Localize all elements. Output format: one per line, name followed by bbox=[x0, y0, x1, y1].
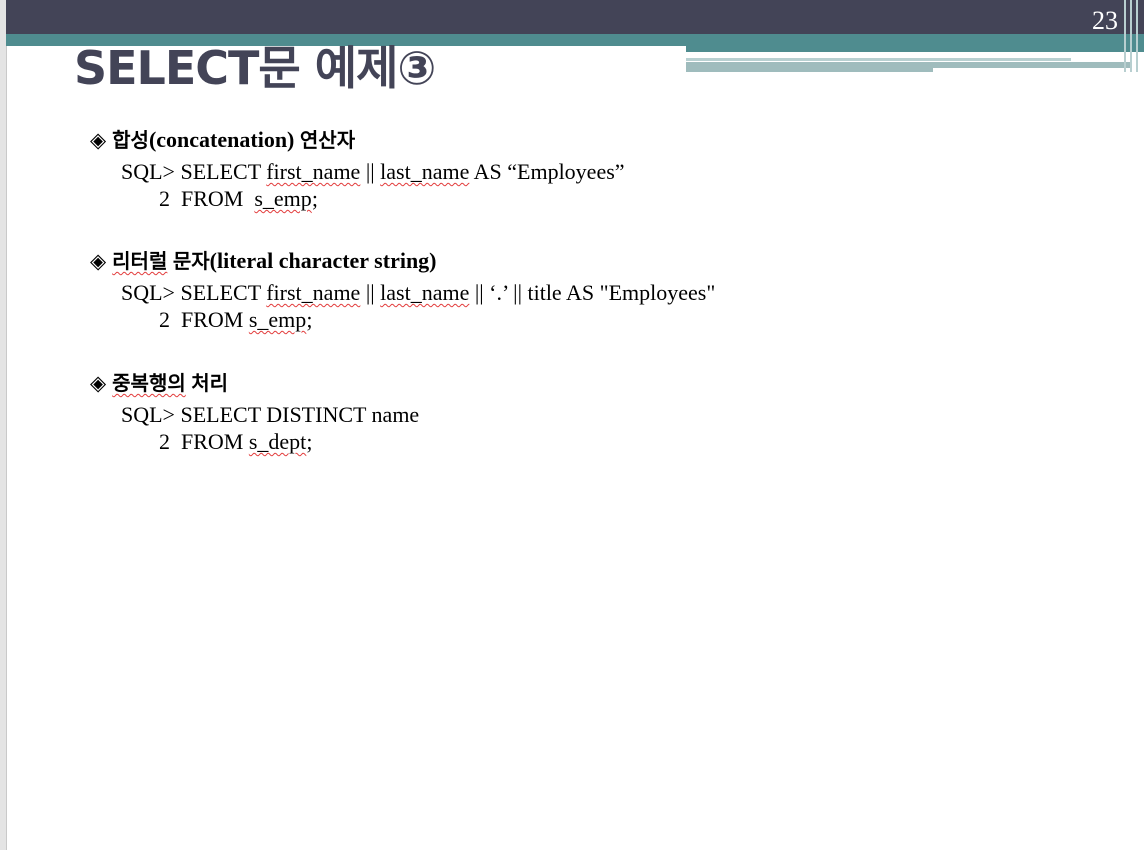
sql-text: ; bbox=[306, 429, 313, 454]
section-heading: ◈ 리터럴 문자(literal character string) bbox=[90, 247, 715, 275]
sql-text: ; bbox=[311, 186, 318, 211]
heading-korean: 중복행의 bbox=[112, 371, 186, 395]
sql-text: ; bbox=[306, 307, 313, 332]
header-accent-gap bbox=[933, 68, 1132, 72]
section-heading: ◈ 중복행의 처리 bbox=[90, 369, 419, 397]
sql-line: 2 FROM s_emp; bbox=[90, 306, 715, 333]
slide-title: SELECT문 예제③ bbox=[74, 41, 436, 95]
sql-line: 2 FROM s_dept; bbox=[90, 428, 419, 455]
sql-identifier: last_name bbox=[380, 280, 470, 305]
header-right-stripe bbox=[1130, 0, 1132, 72]
header-right-stripe bbox=[1124, 0, 1126, 72]
section-concatenation: ◈ 합성(concatenation) 연산자 SQL> SELECT first… bbox=[90, 126, 625, 212]
sql-text: SQL> SELECT bbox=[121, 280, 267, 305]
section-literal-string: ◈ 리터럴 문자(literal character string) SQL> S… bbox=[90, 247, 715, 333]
header-accent-bar-extension bbox=[686, 46, 1144, 52]
slide-left-edge bbox=[0, 0, 7, 850]
sql-text: || bbox=[360, 280, 381, 305]
heading-english: (concatenation) bbox=[148, 127, 295, 152]
header-right-stripe bbox=[1136, 0, 1138, 72]
sql-text: 2 FROM bbox=[159, 186, 255, 211]
sql-identifier: first_name bbox=[266, 159, 361, 184]
heading-korean: 문자 bbox=[172, 249, 210, 273]
sql-line: 2 FROM s_emp; bbox=[90, 185, 625, 212]
section-distinct-rows: ◈ 중복행의 처리 SQL> SELECT DISTINCT name 2 FRO… bbox=[90, 369, 419, 455]
sql-text: 2 FROM bbox=[159, 429, 249, 454]
sql-line: SQL> SELECT first_name || last_name AS “… bbox=[90, 158, 625, 185]
sql-identifier: last_name bbox=[380, 159, 470, 184]
header-accent-line bbox=[686, 58, 1071, 61]
diamond-bullet-icon: ◈ bbox=[90, 371, 107, 395]
sql-line: SQL> SELECT DISTINCT name bbox=[121, 402, 420, 427]
slide-number: 23 bbox=[1092, 6, 1118, 35]
sql-identifier: s_emp bbox=[254, 186, 312, 211]
slide: 23 SELECT문 예제③ ◈ 합성(concatenation) 연산자 SQ… bbox=[0, 0, 1144, 850]
heading-english: (literal character string) bbox=[209, 248, 437, 273]
heading-korean: 합성 bbox=[112, 128, 149, 152]
sql-text: || bbox=[360, 159, 381, 184]
sql-text: AS “Employees” bbox=[469, 159, 625, 184]
diamond-bullet-icon: ◈ bbox=[90, 128, 107, 152]
sql-identifier: first_name bbox=[266, 280, 361, 305]
header-bar bbox=[6, 0, 1144, 34]
heading-korean: 연산자 bbox=[299, 128, 356, 152]
diamond-bullet-icon: ◈ bbox=[90, 249, 107, 273]
sql-identifier: s_dept bbox=[248, 429, 307, 454]
section-heading: ◈ 합성(concatenation) 연산자 bbox=[90, 126, 625, 154]
sql-text: 2 FROM bbox=[159, 307, 249, 332]
heading-korean: 처리 bbox=[191, 371, 229, 395]
sql-text: SQL> SELECT bbox=[121, 159, 267, 184]
sql-text: || ‘.’ || title AS "Employees" bbox=[469, 280, 716, 305]
sql-line: SQL> SELECT first_name || last_name || ‘… bbox=[90, 279, 715, 306]
heading-korean: 리터럴 bbox=[112, 249, 168, 273]
sql-identifier: s_emp bbox=[248, 307, 307, 332]
